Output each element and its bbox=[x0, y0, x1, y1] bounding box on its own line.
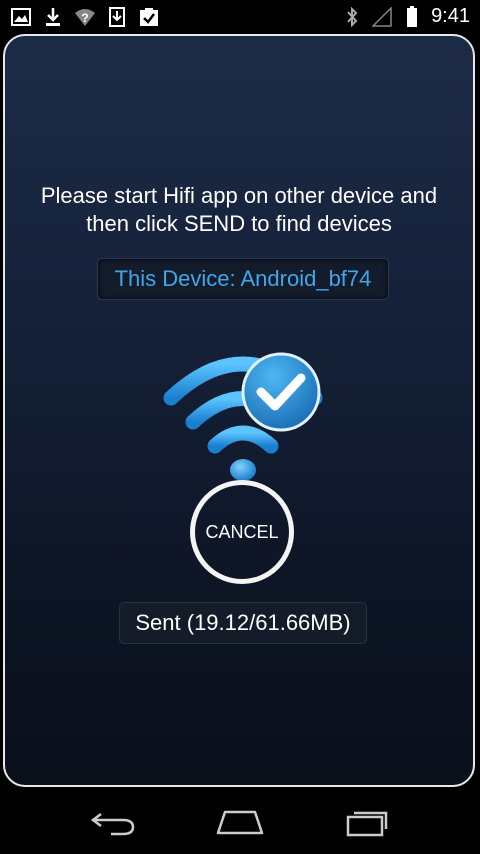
signal-icon bbox=[371, 6, 393, 28]
wifi-question-icon: ? bbox=[74, 6, 96, 28]
back-button[interactable] bbox=[83, 802, 143, 842]
status-bar: ? 9:41 bbox=[0, 0, 480, 33]
clipboard-check-icon bbox=[138, 6, 160, 28]
system-icons: 9:41 bbox=[341, 5, 480, 28]
notification-icons: ? bbox=[0, 6, 160, 28]
wifi-connected-icon bbox=[163, 352, 323, 481]
transfer-dialog: Please start Hifi app on other device an… bbox=[3, 34, 475, 787]
svg-text:?: ? bbox=[81, 11, 88, 25]
battery-icon bbox=[401, 5, 423, 28]
download-icon bbox=[42, 6, 64, 28]
bluetooth-icon bbox=[341, 6, 363, 28]
image-icon bbox=[10, 6, 32, 28]
navigation-bar bbox=[0, 790, 480, 854]
recents-button[interactable] bbox=[337, 802, 397, 842]
device-name-label: This Device: Android_bf74 bbox=[97, 258, 389, 300]
download-box-icon bbox=[106, 6, 128, 28]
instruction-text: Please start Hifi app on other device an… bbox=[40, 183, 438, 236]
home-button[interactable] bbox=[210, 802, 270, 842]
clock: 9:41 bbox=[431, 5, 470, 27]
home-icon bbox=[216, 810, 264, 835]
transfer-progress-label: Sent (19.12/61.66MB) bbox=[119, 602, 367, 644]
recents-icon bbox=[346, 811, 387, 837]
back-icon bbox=[91, 813, 135, 836]
cancel-button[interactable]: CANCEL bbox=[190, 480, 294, 584]
